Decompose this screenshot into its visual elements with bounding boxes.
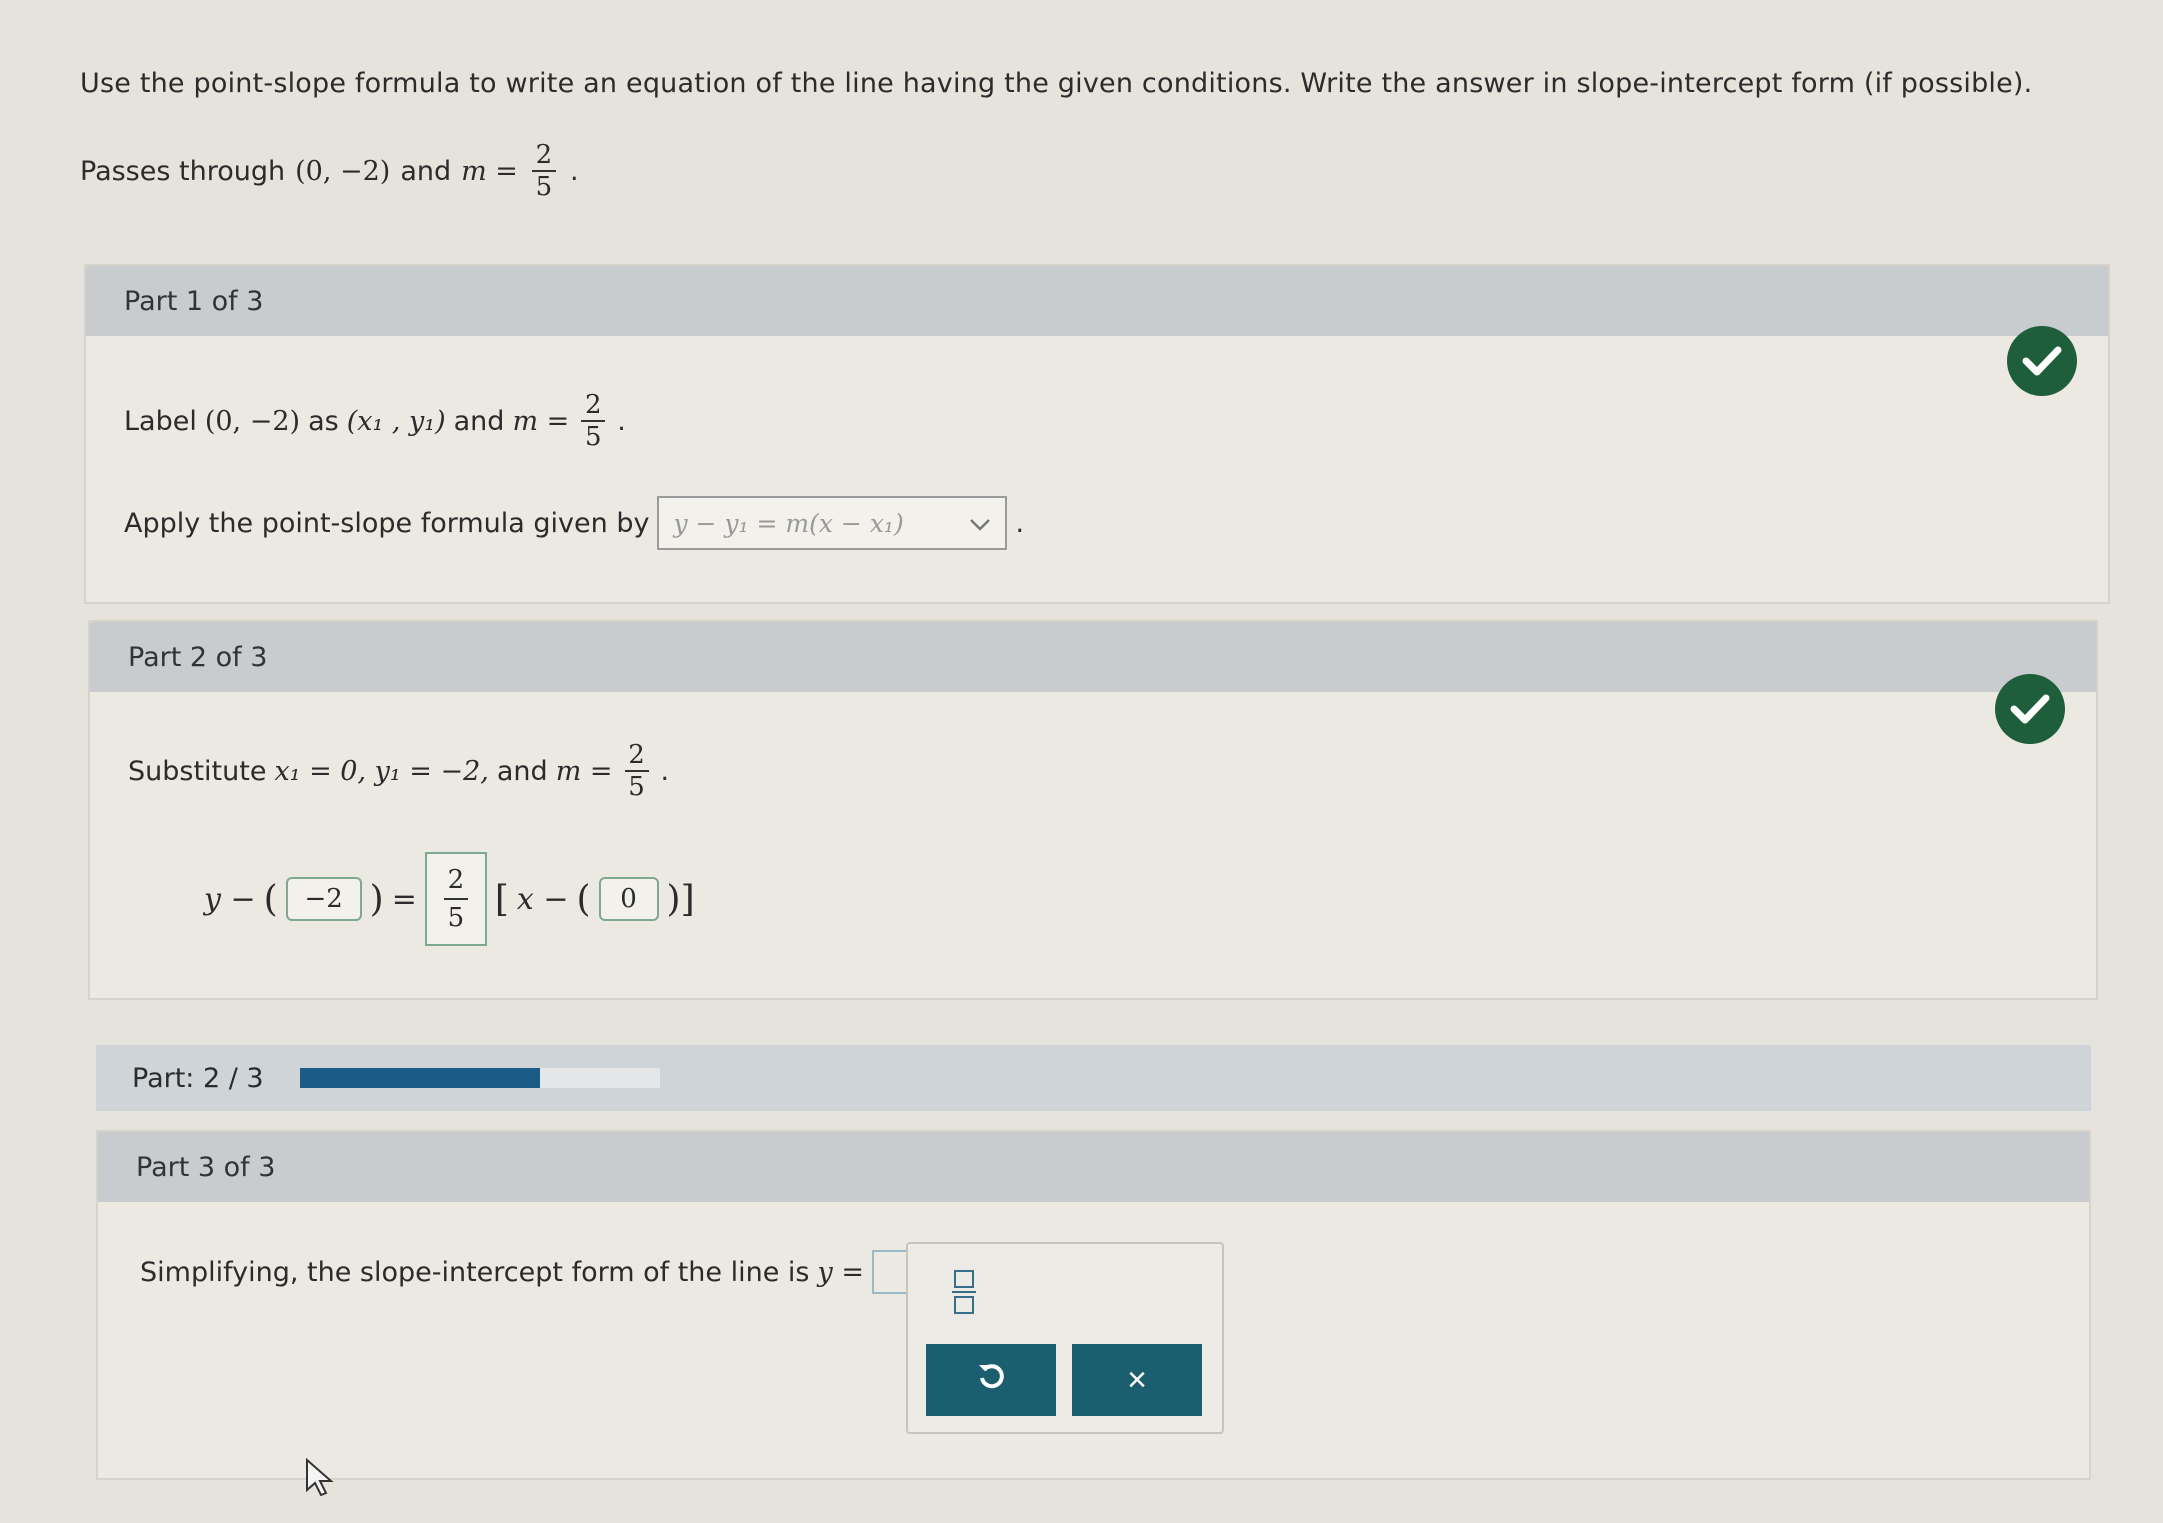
given-prefix: Passes through xyxy=(80,155,286,187)
given-conditions: Passes through (0, −2) and m = 2 5 . xyxy=(80,140,579,202)
math-palette: × xyxy=(906,1242,1224,1434)
part1-slope-num: 2 xyxy=(584,390,602,420)
part2-equation: y − ( −2 ) = 2 5 [ x − ( 0 )] xyxy=(204,852,695,946)
part1-label-row: Label (0, −2) as (x₁ , y₁) and m = 2 5 . xyxy=(124,390,626,452)
equation-x-minus: x − xyxy=(516,881,569,917)
given-and: and xyxy=(400,155,452,187)
slope-answer-box[interactable]: 2 5 xyxy=(424,852,487,946)
equation-equals: = xyxy=(391,881,417,917)
part-progress: Part: 2 / 3 xyxy=(96,1045,2091,1111)
part1-m-label: m = xyxy=(512,405,570,437)
part2-slope-num: 2 xyxy=(628,740,645,770)
part2-substitute-text: Substitute xyxy=(128,755,267,787)
close-icon: × xyxy=(1127,1360,1147,1399)
progress-fill xyxy=(299,1068,540,1088)
part2-slope-fraction: 2 5 xyxy=(624,740,649,802)
part2-header: Part 2 of 3 xyxy=(90,622,2096,692)
part1-header: Part 1 of 3 xyxy=(86,266,2108,336)
part2-check-icon xyxy=(1995,674,2065,744)
part2-and-text: and xyxy=(496,755,548,787)
part1-check-icon xyxy=(2007,326,2077,396)
part1-xy: (x₁ , y₁) xyxy=(346,405,446,437)
part2-m-label: m = xyxy=(555,755,613,787)
given-m-label: m = xyxy=(461,155,518,187)
undo-icon xyxy=(976,1361,1006,1400)
given-slope-fraction: 2 5 xyxy=(531,140,556,202)
part1-label-text: Label xyxy=(124,405,197,437)
clear-button[interactable]: × xyxy=(1072,1344,1202,1416)
given-slope-num: 2 xyxy=(535,140,553,170)
part1-as-text: as xyxy=(308,405,339,437)
part3-header: Part 3 of 3 xyxy=(98,1132,2089,1202)
equation-y-minus: y − xyxy=(204,881,256,917)
part1-point: (0, −2) xyxy=(204,405,301,437)
part1-slope-fraction: 2 5 xyxy=(581,390,606,452)
chevron-down-icon xyxy=(969,509,991,538)
formula-dropdown-value: y − y₁ = m(x − x₁) xyxy=(673,508,904,538)
part2-slope-den: 5 xyxy=(628,772,645,802)
x1-answer-box[interactable]: 0 xyxy=(598,877,659,921)
slope-answer-num: 2 xyxy=(447,865,465,895)
progress-track xyxy=(299,1068,660,1088)
part3-row: Simplifying, the slope-intercept form of… xyxy=(140,1250,929,1294)
problem-prompt: Use the point-slope formula to write an … xyxy=(80,68,2033,99)
part2-substitute-row: Substitute x₁ = 0, y₁ = −2, and m = 2 5 … xyxy=(128,740,670,802)
progress-label: Part: 2 / 3 xyxy=(132,1062,264,1094)
part2-values: x₁ = 0, y₁ = −2, xyxy=(274,755,489,787)
undo-button[interactable] xyxy=(926,1344,1056,1416)
given-point: (0, −2) xyxy=(295,155,391,187)
part3-text: Simplifying, the slope-intercept form of… xyxy=(140,1256,810,1288)
y1-answer-box[interactable]: −2 xyxy=(285,877,362,921)
part1-slope-den: 5 xyxy=(584,422,602,452)
mouse-cursor-icon xyxy=(305,1457,335,1502)
given-slope-den: 5 xyxy=(535,172,553,202)
part1-apply-text: Apply the point-slope formula given by xyxy=(124,507,650,539)
part1-and-text: and xyxy=(453,405,505,437)
part3-y-eq: y = xyxy=(817,1256,864,1288)
slope-answer-den: 5 xyxy=(447,903,465,933)
part1-apply-row: Apply the point-slope formula given by y… xyxy=(124,496,1024,550)
formula-dropdown[interactable]: y − y₁ = m(x − x₁) xyxy=(657,496,1008,550)
fraction-template-icon[interactable] xyxy=(946,1264,982,1320)
